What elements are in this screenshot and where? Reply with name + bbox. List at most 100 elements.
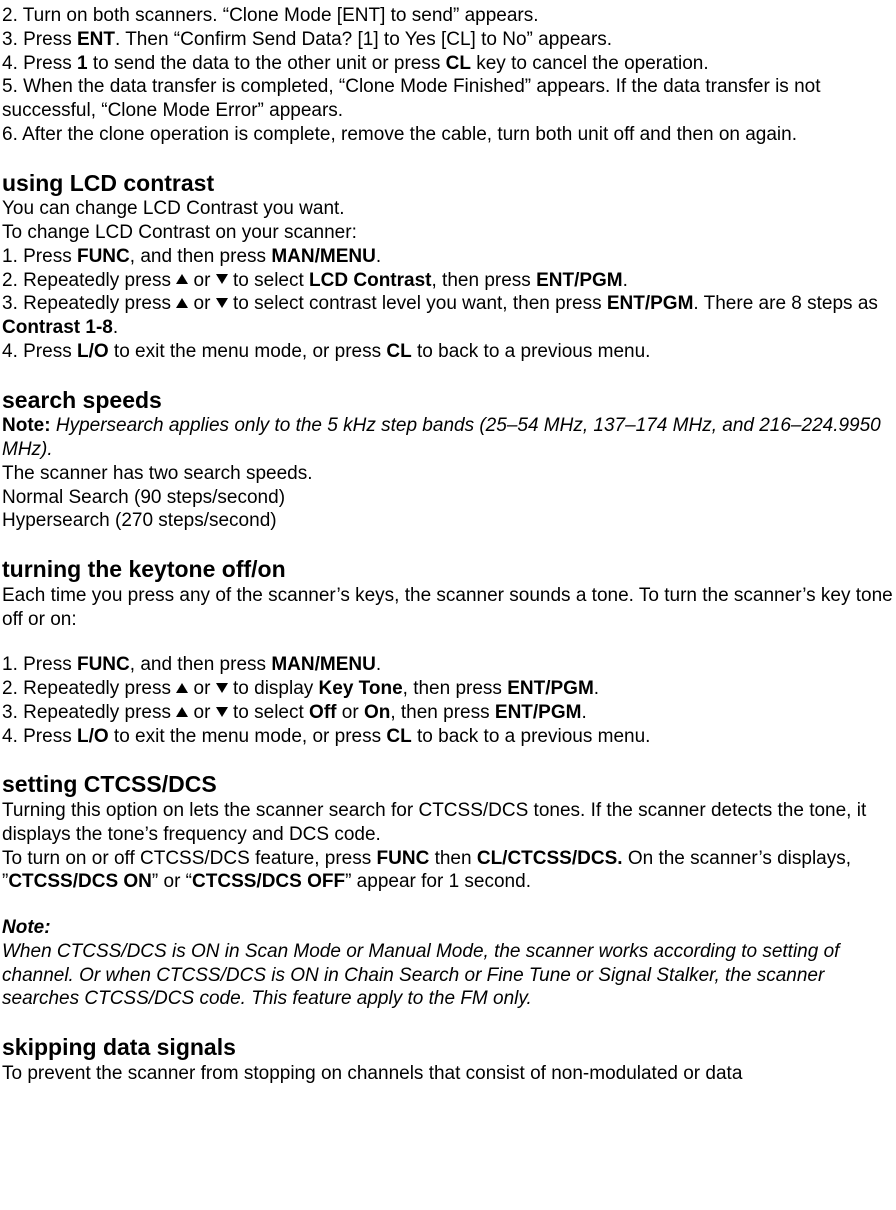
key-ent-pgm: ENT/PGM [607,293,694,314]
text: to select contrast level you want, then … [228,293,607,314]
text: or [188,678,215,699]
down-arrow-icon [216,683,228,693]
text: ” appear for 1 second. [345,871,531,892]
key-ent-pgm: ENT/PGM [536,270,623,291]
ctcss-line-1: Turning this option on lets the scanner … [2,799,896,847]
text: to select [228,270,309,291]
key-cl: CL [386,341,411,362]
key-cl: CL [386,726,411,747]
key-func: FUNC [377,848,430,869]
text: . [594,678,599,699]
key-man-menu: MAN/MENU [271,246,376,267]
step-4: 4. Press 1 to send the data to the other… [2,52,896,76]
text: or [188,702,215,723]
text: . [113,317,118,338]
display-ctcss-off: CTCSS/DCS OFF [192,871,345,892]
text: to display [228,678,319,699]
up-arrow-icon [176,274,188,284]
keytone-step-3: 3. Repeatedly press or to select Off or … [2,701,896,725]
text: or [188,293,215,314]
up-arrow-icon [176,683,188,693]
key-cl-ctcss-dcs: CL/CTCSS/DCS. [477,848,623,869]
text: to exit the menu mode, or press [109,726,387,747]
text: 1. Press [2,654,77,675]
heading-skip-data: skipping data signals [2,1033,896,1062]
text: key to cancel the operation. [471,53,709,74]
text: 4. Press [2,726,77,747]
key-cl: CL [446,53,471,74]
text: ” or “ [152,871,192,892]
keytone-intro: Each time you press any of the scanner’s… [2,584,896,632]
text: 3. Repeatedly press [2,293,176,314]
text: 4. Press [2,341,77,362]
heading-keytone: turning the keytone off/on [2,555,896,584]
heading-lcd-contrast: using LCD contrast [2,169,896,198]
text: 3. Press [2,29,77,50]
key-lo: L/O [77,726,109,747]
search-line-3: Hypersearch (270 steps/second) [2,509,896,533]
text: To turn on or off CTCSS/DCS feature, pre… [2,848,377,869]
step-2: 2. Turn on both scanners. “Clone Mode [E… [2,4,896,28]
text: 2. Repeatedly press [2,270,176,291]
text: 1. Press [2,246,77,267]
text: , and then press [130,654,272,675]
keytone-step-1: 1. Press FUNC, and then press MAN/MENU. [2,653,896,677]
option-off: Off [309,702,336,723]
lcd-step-1: 1. Press FUNC, and then press MAN/MENU. [2,245,896,269]
text: to back to a previous menu. [412,341,651,362]
text: , then press [432,270,537,291]
text: , then press [390,702,495,723]
lcd-line-1: You can change LCD Contrast you want. [2,197,896,221]
text: . Then “Confirm Send Data? [1] to Yes [C… [115,29,612,50]
keytone-step-2: 2. Repeatedly press or to display Key To… [2,677,896,701]
down-arrow-icon [216,274,228,284]
key-1: 1 [77,53,88,74]
text: 4. Press [2,53,77,74]
down-arrow-icon [216,298,228,308]
text: to send the data to the other unit or pr… [88,53,446,74]
text: to exit the menu mode, or press [109,341,387,362]
text: to back to a previous menu. [412,726,651,747]
lcd-step-3: 3. Repeatedly press or to select contras… [2,292,896,340]
text: . [376,246,381,267]
step-3: 3. Press ENT. Then “Confirm Send Data? [… [2,28,896,52]
skip-line-1: To prevent the scanner from stopping on … [2,1062,896,1086]
up-arrow-icon [176,298,188,308]
blank-line [2,631,896,653]
lcd-step-4: 4. Press L/O to exit the menu mode, or p… [2,340,896,364]
option-on: On [364,702,390,723]
step-5: 5. When the data transfer is completed, … [2,75,896,123]
key-ent-pgm: ENT/PGM [495,702,582,723]
text: to select [228,702,309,723]
text: . [623,270,628,291]
text: . There are 8 steps as [693,293,877,314]
key-lo: L/O [77,341,109,362]
step-6: 6. After the clone operation is complete… [2,123,896,147]
text: then [429,848,477,869]
text: or [336,702,363,723]
search-note: Note: Hypersearch applies only to the 5 … [2,414,896,462]
search-line-2: Normal Search (90 steps/second) [2,486,896,510]
text: 2. Repeatedly press [2,678,176,699]
note-label: Note: [2,415,51,436]
key-ent: ENT [77,29,115,50]
ctcss-line-2: To turn on or off CTCSS/DCS feature, pre… [2,847,896,895]
text: , and then press [130,246,272,267]
lcd-line-2: To change LCD Contrast on your scanner: [2,221,896,245]
text: or [188,270,215,291]
menu-lcd-contrast: LCD Contrast [309,270,431,291]
heading-ctcss-dcs: setting CTCSS/DCS [2,770,896,799]
up-arrow-icon [176,707,188,717]
key-ent-pgm: ENT/PGM [507,678,594,699]
text: , then press [403,678,508,699]
text: 3. Repeatedly press [2,702,176,723]
menu-key-tone: Key Tone [319,678,403,699]
keytone-step-4: 4. Press L/O to exit the menu mode, or p… [2,725,896,749]
blank-line [2,894,896,916]
ctcss-note-label: Note: [2,916,896,940]
display-ctcss-on: CTCSS/DCS ON [8,871,152,892]
key-func: FUNC [77,246,130,267]
key-func: FUNC [77,654,130,675]
text: . [376,654,381,675]
search-line-1: The scanner has two search speeds. [2,462,896,486]
